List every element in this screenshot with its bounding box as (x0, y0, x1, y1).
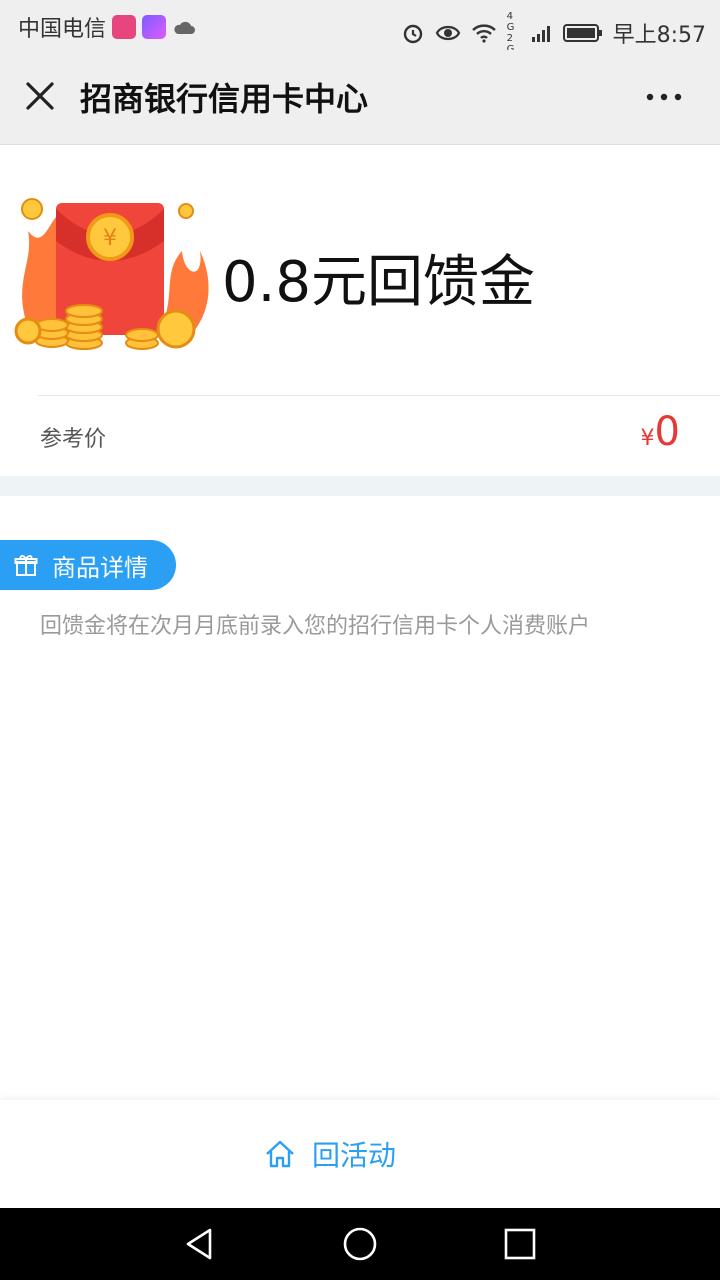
details-tag-label: 商品详情 (52, 553, 148, 582)
home-icon (266, 1140, 294, 1168)
signal-icon (531, 26, 550, 42)
product-header: ¥ 0.8元回馈金 (0, 145, 720, 395)
price-label: 参考价 (40, 427, 107, 452)
recent-apps-icon[interactable] (500, 1224, 540, 1264)
battery-icon (562, 24, 602, 42)
clock: 早上8:57 (612, 23, 706, 48)
price-amount: 0 (654, 409, 680, 455)
price-value: ¥0 (641, 409, 680, 455)
wifi-icon (471, 24, 496, 43)
back-to-activity-label: 回活动 (312, 1139, 397, 1172)
product-title: 0.8元回馈金 (222, 250, 536, 315)
details-description: 回馈金将在次月月底前录入您的招行信用卡个人消费账户 (40, 614, 591, 639)
details-tag: 商品详情 (0, 540, 176, 590)
app-notification-icon (112, 15, 137, 39)
status-bar: 中国电信 4G 2G 早上8:57 (0, 0, 720, 55)
cloud-icon (174, 21, 196, 34)
more-icon[interactable] (642, 80, 686, 114)
title-bar: 招商银行信用卡中心 (0, 50, 720, 145)
currency-symbol: ¥ (640, 426, 655, 451)
carrier-name: 中国电信 (18, 17, 107, 42)
system-navigation-bar (0, 1208, 720, 1280)
bottom-action-bar: 回活动 (0, 1100, 720, 1208)
svg-text:¥: ¥ (103, 226, 117, 251)
network-type: 4G 2G (506, 11, 515, 55)
price-row: 参考价 ¥0 (0, 395, 720, 475)
eye-comfort-icon (435, 25, 460, 41)
divider (38, 395, 720, 396)
red-envelope-image: ¥ (14, 198, 209, 350)
video-app-icon (142, 15, 167, 39)
section-separator (0, 476, 720, 496)
page-title: 招商银行信用卡中心 (80, 80, 369, 118)
back-nav-icon[interactable] (180, 1224, 220, 1264)
close-icon[interactable] (22, 78, 58, 114)
alarm-icon (403, 24, 422, 44)
home-nav-icon[interactable] (340, 1224, 380, 1264)
gift-icon (14, 555, 38, 576)
back-to-activity-button[interactable]: 回活动 (264, 1134, 396, 1174)
